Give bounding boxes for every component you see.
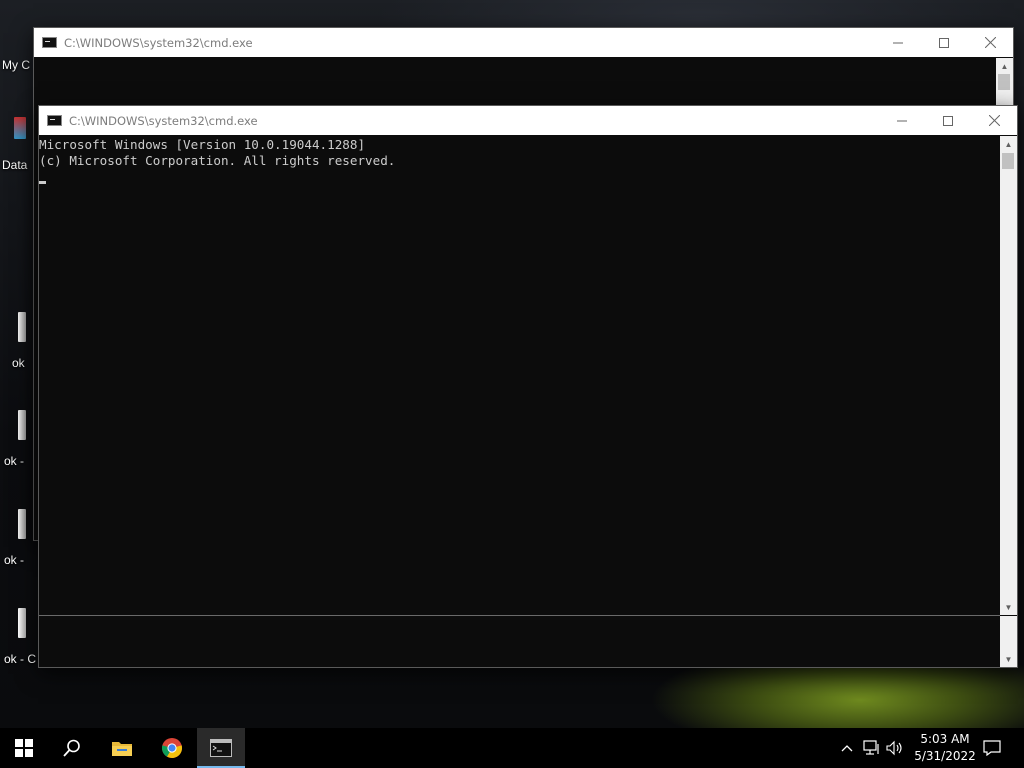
close-icon <box>988 115 1000 126</box>
windows-logo-icon <box>15 739 33 757</box>
desktop-icon-label: ok - C <box>4 652 37 666</box>
document-icon <box>18 410 26 440</box>
cmd-window-front[interactable]: C:\WINDOWS\system32\cmd.exe Microsoft Wi… <box>38 105 1018 668</box>
volume-icon <box>886 740 902 756</box>
cmd-app-icon <box>47 115 62 126</box>
taskbar: 5:03 AM 5/31/2022 <box>0 728 1024 768</box>
desktop-icon-label: Data <box>2 158 28 172</box>
chrome-icon <box>161 738 183 759</box>
console-line: (c) Microsoft Corporation. All rights re… <box>39 153 396 168</box>
desktop-icon-ok-4[interactable]: ok - C <box>0 606 37 666</box>
desktop-icon-my-computer[interactable]: My C <box>0 38 34 78</box>
close-button[interactable] <box>971 106 1017 135</box>
desktop-icon-label: ok <box>12 356 25 370</box>
clock-time: 5:03 AM <box>920 732 970 746</box>
desktop-icon-label: ok - <box>4 454 25 468</box>
command-prompt-icon <box>210 739 232 757</box>
minimize-button[interactable] <box>879 106 925 135</box>
document-icon <box>18 608 26 638</box>
vertical-scrollbar[interactable]: ▲ <box>996 58 1013 108</box>
scroll-down-icon[interactable]: ▼ <box>1000 599 1017 615</box>
cmd-app-icon <box>42 37 57 48</box>
console-output[interactable]: Microsoft Windows [Version 10.0.19044.12… <box>39 136 1000 615</box>
chevron-up-icon <box>841 745 853 752</box>
desktop-icon-data[interactable]: Data <box>0 115 34 175</box>
maximize-icon <box>939 37 949 48</box>
scroll-down-icon[interactable]: ▼ <box>1000 651 1017 667</box>
notification-icon <box>983 740 1001 756</box>
maximize-button[interactable] <box>925 106 971 135</box>
taskbar-chrome[interactable] <box>148 728 196 768</box>
close-icon <box>984 37 996 48</box>
show-hidden-icons-button[interactable] <box>838 728 856 768</box>
taskbar-file-explorer[interactable] <box>98 728 146 768</box>
scroll-up-icon[interactable]: ▲ <box>996 58 1013 74</box>
file-explorer-icon <box>112 742 132 756</box>
search-icon <box>63 739 80 757</box>
maximize-button[interactable] <box>921 28 967 57</box>
minimize-icon <box>897 120 907 121</box>
close-button[interactable] <box>967 28 1013 57</box>
desktop-icon-ok-3[interactable]: ok - <box>0 507 34 567</box>
lower-vertical-scrollbar[interactable]: ▼ <box>1000 616 1017 667</box>
window-title: C:\WINDOWS\system32\cmd.exe <box>69 114 258 128</box>
start-button[interactable] <box>0 728 48 768</box>
text-cursor <box>39 181 46 184</box>
desktop-icon-ok-2[interactable]: ok - <box>0 408 34 468</box>
title-bar[interactable]: C:\WINDOWS\system32\cmd.exe <box>39 106 1017 135</box>
data-file-icon <box>14 117 26 139</box>
document-icon <box>18 509 26 539</box>
console-line: Microsoft Windows [Version 10.0.19044.12… <box>39 137 366 152</box>
scroll-thumb[interactable] <box>998 74 1010 90</box>
desktop-icon-ok-1[interactable]: ok <box>0 310 34 370</box>
network-icon <box>863 740 879 755</box>
desktop-icon-label: My C <box>2 58 30 72</box>
search-button[interactable] <box>48 728 96 768</box>
scroll-thumb[interactable] <box>1002 153 1014 169</box>
vertical-scrollbar[interactable]: ▲ ▼ <box>1000 136 1017 615</box>
title-bar[interactable]: C:\WINDOWS\system32\cmd.exe <box>34 28 1013 57</box>
clock[interactable]: 5:03 AM 5/31/2022 <box>910 731 980 765</box>
clock-date: 5/31/2022 <box>914 749 976 763</box>
volume-button[interactable] <box>884 728 906 768</box>
maximize-icon <box>943 115 953 126</box>
minimize-icon <box>893 42 903 43</box>
scroll-up-icon[interactable]: ▲ <box>1000 136 1017 152</box>
action-center-button[interactable] <box>978 728 1006 768</box>
document-icon <box>18 312 26 342</box>
network-button[interactable] <box>861 728 883 768</box>
window-title: C:\WINDOWS\system32\cmd.exe <box>64 36 253 50</box>
minimize-button[interactable] <box>875 28 921 57</box>
taskbar-command-prompt[interactable] <box>197 728 245 768</box>
desktop-icon-label: ok - <box>4 553 25 567</box>
console-lower-pane[interactable] <box>39 615 1000 667</box>
